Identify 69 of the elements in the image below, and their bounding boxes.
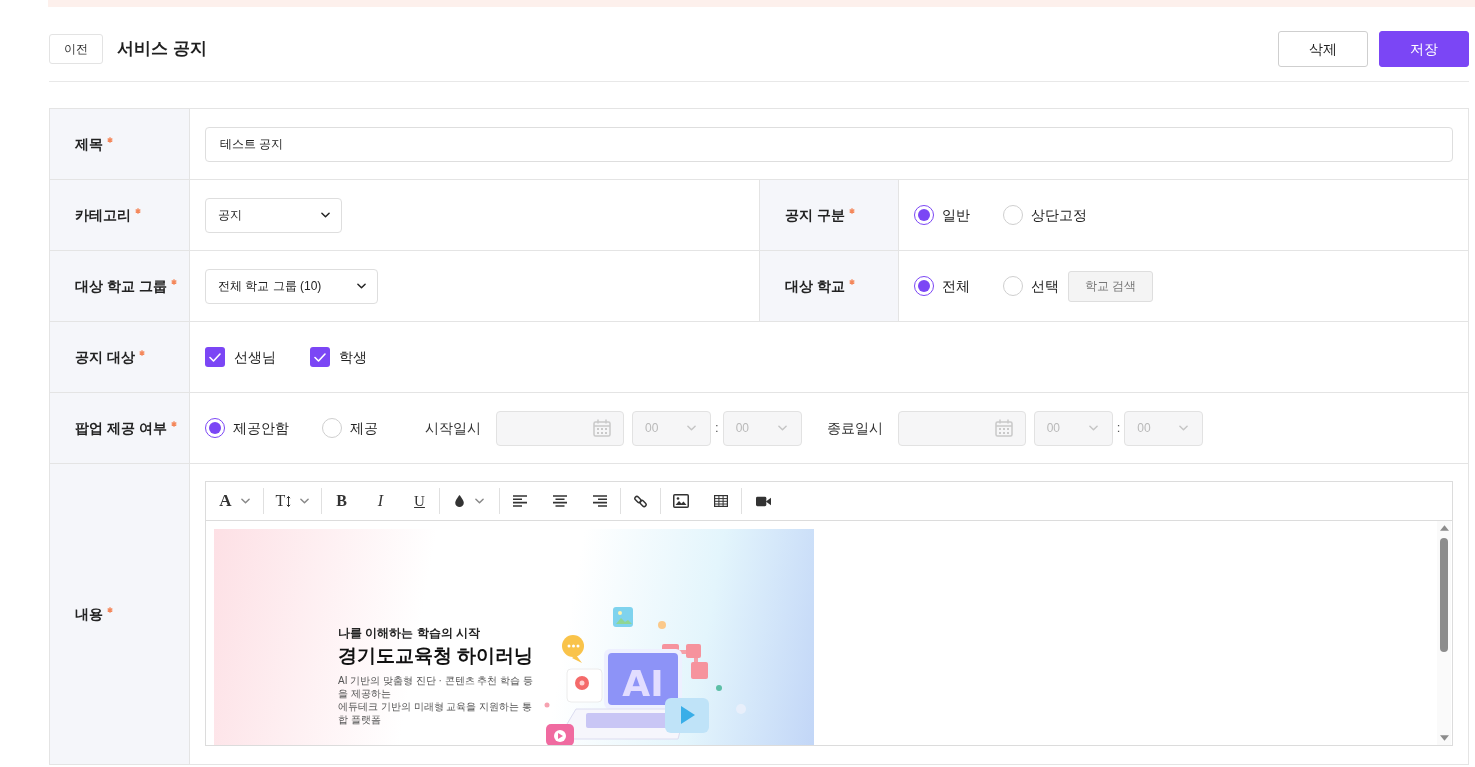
banner-subtitle: 나를 이해하는 학습의 시작 <box>338 625 480 641</box>
time-separator: : <box>715 419 719 438</box>
radio-button[interactable] <box>914 276 934 296</box>
field-label: 대상 학교 <box>785 276 845 296</box>
radio-label[interactable]: 일반 <box>942 204 970 226</box>
up-down-arrow-icon <box>286 494 292 508</box>
video-camera-icon <box>755 495 771 507</box>
align-left-icon <box>513 495 527 507</box>
align-center-icon <box>553 495 567 507</box>
chevron-down-icon <box>1088 425 1098 431</box>
dropdown-select[interactable]: 전체 학교 그룹 (10) <box>205 268 379 304</box>
banner-description: AI 기반의 맞춤형 진단 · 콘텐츠 추천 학습 등을 제공하는 <box>338 674 534 700</box>
table-icon <box>714 495 728 507</box>
scrollbar-thumb[interactable] <box>1440 538 1448 652</box>
field-label: 공지 구분 <box>785 205 845 225</box>
scroll-down-icon[interactable] <box>1439 735 1449 741</box>
field-label: 대상 학교 그룹 <box>75 276 167 296</box>
chevron-down-icon <box>475 498 484 504</box>
calendar-icon <box>994 419 1013 437</box>
radio-label[interactable]: 전체 <box>942 275 970 297</box>
checkbox[interactable] <box>310 347 330 367</box>
checkbox-label[interactable]: 선생님 <box>234 346 276 368</box>
font-size-button[interactable]: T <box>264 482 321 520</box>
chevron-down-icon <box>300 498 310 504</box>
radio-label[interactable]: 제공안함 <box>233 417 289 439</box>
checkmark-icon <box>314 352 326 362</box>
image-icon <box>673 494 689 508</box>
chevron-down-icon <box>240 498 250 504</box>
field-label: 팝업 제공 여부 <box>75 418 167 438</box>
back-button[interactable]: 이전 <box>49 34 103 64</box>
droplet-icon <box>455 495 464 507</box>
delete-button[interactable]: 삭제 <box>1278 31 1368 67</box>
field-label: 제목 <box>75 134 103 154</box>
checkbox[interactable] <box>205 347 225 367</box>
school-search-button[interactable]: 학교 검색 <box>1068 270 1154 302</box>
page-title: 서비스 공지 <box>117 38 207 61</box>
scroll-up-icon[interactable] <box>1439 525 1449 531</box>
bold-button[interactable]: B <box>322 482 361 520</box>
checkbox-label[interactable]: 학생 <box>339 346 367 368</box>
chevron-down-icon <box>687 425 696 431</box>
radio-button[interactable] <box>205 418 225 438</box>
dropdown-select[interactable]: 공지 <box>205 197 342 233</box>
italic-button[interactable]: I <box>361 482 400 520</box>
field-label: 공지 대상 <box>75 347 135 367</box>
chevron-down-icon <box>321 212 330 218</box>
chevron-down-icon <box>1179 425 1189 431</box>
period-label: 종료일시 <box>826 418 883 438</box>
banner-description: 에듀테크 기반의 미래형 교육을 지원하는 통합 플랫폼 <box>338 700 533 726</box>
radio-label[interactable]: 상단고정 <box>1031 204 1087 226</box>
laptop-screen-text: AI <box>622 663 664 704</box>
save-button[interactable]: 저장 <box>1379 31 1469 67</box>
link-icon <box>634 494 647 508</box>
radio-button[interactable] <box>914 205 934 225</box>
radio-label[interactable]: 제공 <box>350 417 378 439</box>
text-input[interactable]: 테스트 공지 <box>205 126 1453 162</box>
banner-title: 경기도교육청 하이러닝 <box>338 644 534 668</box>
field-label: 내용 <box>75 604 103 624</box>
underline-button[interactable]: U <box>400 482 439 520</box>
chevron-down-icon <box>357 283 367 289</box>
radio-label[interactable]: 선택 <box>1031 275 1059 297</box>
period-label: 시작일시 <box>425 418 481 438</box>
field-label: 카테고리 <box>75 205 131 225</box>
checkmark-icon <box>209 352 221 362</box>
text-editor[interactable]: A T B I U 나를 이해하는 학습의 시작 경기도교육청 하이러닝 AI 기반의 맞춤형 진단 · 콘텐츠 추천 학습 등을 제공하는 에듀테크 기반의 미래형 교육을 지원하는 통합 플랫폼 AI <box>205 481 1453 746</box>
chevron-down-icon <box>777 425 787 431</box>
font-family-button[interactable]: A <box>206 482 263 520</box>
calendar-icon <box>593 419 611 437</box>
align-right-icon <box>593 495 607 507</box>
time-separator: : <box>1116 419 1121 438</box>
